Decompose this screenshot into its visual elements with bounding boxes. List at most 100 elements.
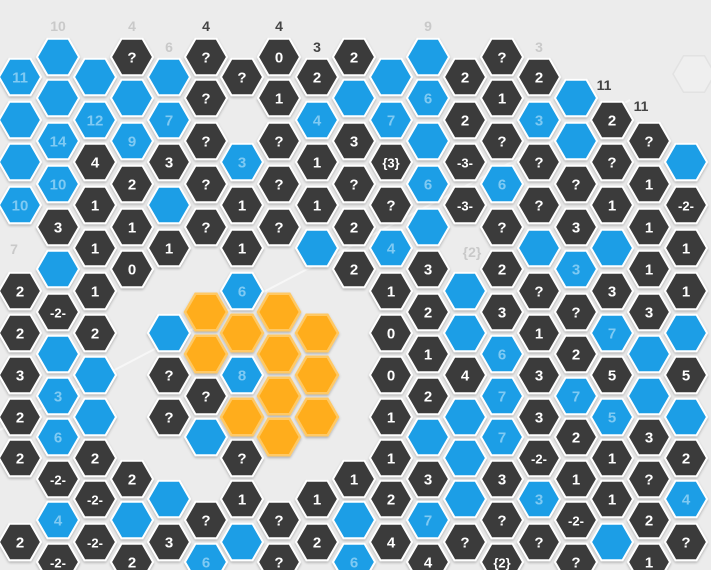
hex-cell-dark[interactable]: ?	[553, 292, 599, 332]
hex-cell-blue[interactable]	[294, 228, 340, 268]
hex-cell-dark[interactable]: 3	[146, 522, 192, 562]
hex-cell-dark[interactable]: 2	[405, 376, 451, 416]
hex-cell-dark[interactable]: -2-	[35, 292, 81, 332]
hex-cell-blue[interactable]	[72, 355, 118, 395]
hex-cell-dark[interactable]: {3}	[368, 142, 414, 182]
hex-cell-dark[interactable]: ?	[479, 500, 525, 540]
hex-cell-dark[interactable]: 2	[589, 100, 635, 140]
column-hint[interactable]: 4	[275, 18, 283, 34]
hex-cell-blue[interactable]	[368, 57, 414, 97]
hex-cell-dark[interactable]: 1	[294, 479, 340, 519]
hex-cell-orange[interactable]	[219, 397, 265, 437]
hex-cell-dark[interactable]: ?	[516, 185, 562, 225]
hex-cell-dark[interactable]: 0	[256, 37, 302, 77]
hex-cell-dark[interactable]: 1	[516, 313, 562, 353]
hex-cell-blue[interactable]: 6	[219, 271, 265, 311]
hex-cell-blue[interactable]: 7	[405, 500, 451, 540]
hex-cell-blue[interactable]	[626, 376, 672, 416]
hex-cell-dark[interactable]: ?	[626, 121, 672, 161]
hex-cell-dark[interactable]: 2	[479, 249, 525, 289]
hex-cell-blue[interactable]: 3	[35, 376, 81, 416]
hex-cell-blue[interactable]	[626, 334, 672, 374]
column-hint[interactable]: 9	[424, 18, 432, 34]
hex-cell-dark[interactable]: 3	[0, 355, 43, 395]
hex-cell-orange[interactable]	[256, 376, 302, 416]
hex-cell-dark[interactable]: 1	[219, 228, 265, 268]
hex-cell-dark[interactable]: 2	[0, 313, 43, 353]
hex-cell-dark[interactable]: 2	[72, 438, 118, 478]
hex-cell-blue[interactable]: 8	[219, 355, 265, 395]
hex-cell-dark[interactable]: 1	[368, 438, 414, 478]
hex-cell-blue[interactable]	[146, 57, 192, 97]
column-hint[interactable]: 11	[597, 77, 612, 93]
hex-cell-dark[interactable]: 2	[0, 397, 43, 437]
hex-cell-dark[interactable]: ?	[146, 397, 192, 437]
column-hint[interactable]: 3	[313, 39, 321, 55]
hex-cell-blue[interactable]: 9	[109, 121, 155, 161]
hex-cell-blue[interactable]: 4	[663, 479, 709, 519]
hex-cell-dark[interactable]: 2	[442, 57, 488, 97]
hex-cell-blue[interactable]	[146, 185, 192, 225]
hex-cell-dark[interactable]: ?	[479, 121, 525, 161]
hex-cell-dark[interactable]: 0	[368, 313, 414, 353]
hex-cell-blue[interactable]: 7	[146, 100, 192, 140]
hex-cell-dark[interactable]: ?	[553, 164, 599, 204]
hex-cell-orange[interactable]	[256, 334, 302, 374]
hex-cell-blue[interactable]: 6	[479, 334, 525, 374]
hex-cell-dark[interactable]: 1	[368, 271, 414, 311]
hex-cell-blue[interactable]	[109, 78, 155, 118]
hex-cell-blue[interactable]: 6	[479, 164, 525, 204]
hex-cell-dark[interactable]: 4	[442, 355, 488, 395]
hex-cell-dark[interactable]: 1	[626, 164, 672, 204]
hex-cell-blue[interactable]: 3	[553, 249, 599, 289]
hex-cell-blue[interactable]: 3	[516, 479, 562, 519]
hex-cell-dark[interactable]: ?	[256, 207, 302, 247]
hex-cell-dark[interactable]: -3-	[442, 142, 488, 182]
hex-cell-dark[interactable]: -2-	[35, 542, 81, 570]
hex-cell-dark[interactable]: 1	[368, 397, 414, 437]
hex-cell-dark[interactable]: -2-	[35, 459, 81, 499]
hex-cell-dark[interactable]: -2-	[72, 522, 118, 562]
hex-cell-dark[interactable]: 2	[72, 313, 118, 353]
hex-cell-blue[interactable]: 5	[589, 397, 635, 437]
hex-cell-dark[interactable]: 5	[663, 355, 709, 395]
hex-cell-blue[interactable]	[589, 228, 635, 268]
hex-cell-blue[interactable]: 3	[219, 142, 265, 182]
hex-cell-dark[interactable]: 1	[219, 479, 265, 519]
hex-cell-blue[interactable]	[663, 313, 709, 353]
hex-cell-dark[interactable]: 2	[553, 334, 599, 374]
hex-cell-blue[interactable]	[109, 500, 155, 540]
hex-cell-dark[interactable]: 1	[626, 542, 672, 570]
hex-cell-dark[interactable]: 1	[331, 459, 377, 499]
hex-cell-blue[interactable]: 11	[0, 57, 43, 97]
hex-cell-dark[interactable]: 5	[589, 355, 635, 395]
hex-cell-dark[interactable]: ?	[479, 207, 525, 247]
hex-cell-blue[interactable]	[442, 271, 488, 311]
hex-cell-dark[interactable]: ?	[256, 121, 302, 161]
hex-cell-dark[interactable]: 1	[294, 142, 340, 182]
hex-cell-dark[interactable]: 3	[626, 417, 672, 457]
hex-cell-dark[interactable]: 4	[368, 522, 414, 562]
hex-cell-dark[interactable]: 1	[256, 78, 302, 118]
hex-cell-blue[interactable]: 7	[479, 417, 525, 457]
hex-cell-dark[interactable]: 1	[479, 78, 525, 118]
hex-cell-dark[interactable]: ?	[663, 522, 709, 562]
hex-cell-dark[interactable]: ?	[516, 522, 562, 562]
hex-cell-dark[interactable]: ?	[589, 142, 635, 182]
hex-cell-dark[interactable]: 3	[35, 207, 81, 247]
hex-cell-blue[interactable]	[663, 397, 709, 437]
hex-cell-dark[interactable]: ?	[183, 37, 229, 77]
hex-cell-dark[interactable]: ?	[183, 376, 229, 416]
hex-cell-dark[interactable]: 3	[479, 292, 525, 332]
hex-cell-blue[interactable]: 6	[405, 78, 451, 118]
hex-cell-dark[interactable]: 3	[516, 397, 562, 437]
hex-cell-dark[interactable]: 1	[405, 334, 451, 374]
hex-cell-dark[interactable]: ?	[183, 78, 229, 118]
hex-cell-dark[interactable]: 3	[331, 121, 377, 161]
hex-cell-dark[interactable]: 1	[626, 249, 672, 289]
hex-cell-orange[interactable]	[294, 355, 340, 395]
column-hint[interactable]: 4	[202, 18, 210, 34]
hex-cell-dark[interactable]: ?	[183, 121, 229, 161]
hex-cell-dark[interactable]: 2	[0, 522, 43, 562]
hex-cell-dark[interactable]: ?	[183, 207, 229, 247]
